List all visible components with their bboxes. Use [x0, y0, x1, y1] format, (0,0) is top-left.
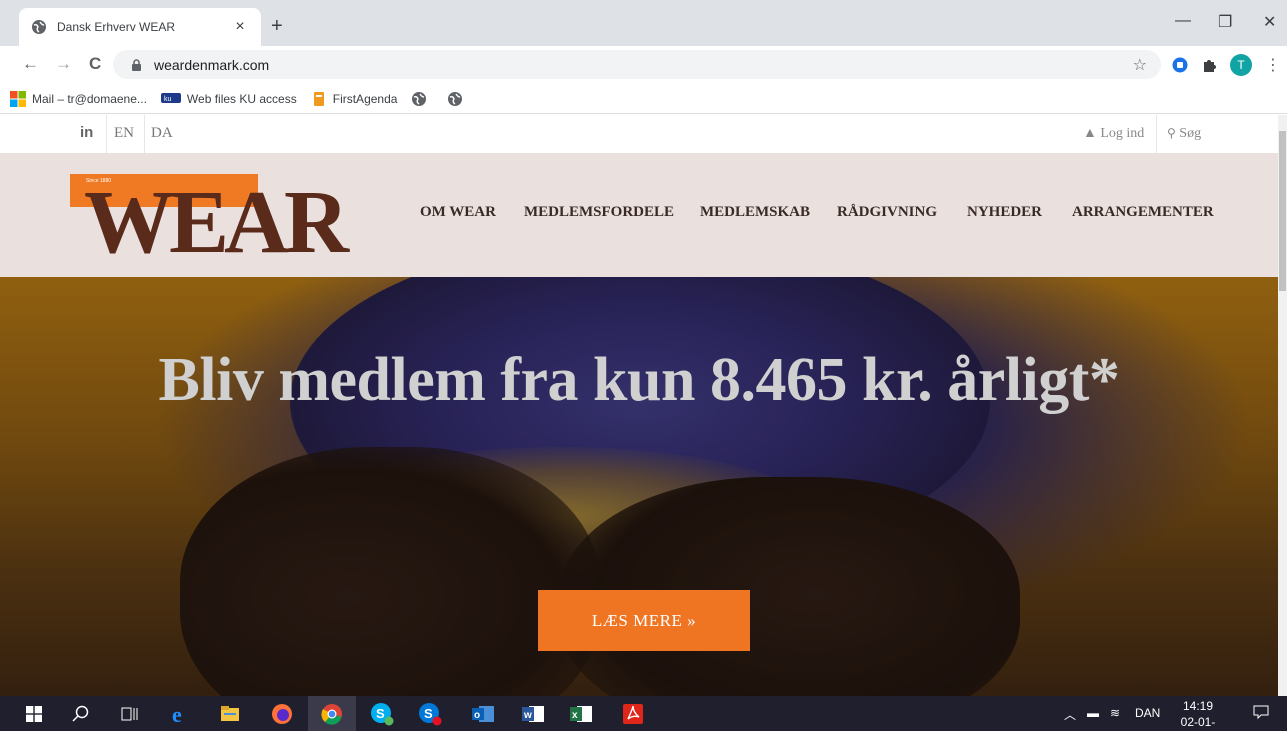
restore-button[interactable]: ❐	[1218, 12, 1232, 32]
language-indicator[interactable]: DAN	[1135, 706, 1160, 720]
svg-text:w: w	[523, 710, 532, 721]
tab-close-icon[interactable]: ×	[231, 18, 249, 36]
lang-en-link[interactable]: EN	[114, 125, 134, 142]
bookmark-star-icon[interactable]: ☆	[1133, 55, 1147, 75]
clock-date: 02-01-2021	[1180, 715, 1216, 729]
login-link[interactable]: ▲ Log ind	[1083, 126, 1144, 142]
nav-item-arrangementer[interactable]: ARRANGEMENTER	[1072, 204, 1214, 221]
search-icon[interactable]	[69, 702, 93, 726]
close-window-button[interactable]: ✕	[1263, 12, 1276, 32]
search-link[interactable]: ⚲ Søg	[1167, 126, 1201, 142]
browser-toolbar: ← → C weardenmark.com ☆ T ⋮	[0, 46, 1287, 84]
forward-button[interactable]: →	[55, 54, 72, 74]
outlook-icon[interactable]: o	[471, 702, 495, 726]
word-icon[interactable]: w	[521, 702, 545, 726]
svg-text:ku: ku	[164, 96, 172, 103]
page-scrollbar[interactable]	[1278, 115, 1287, 696]
windows-logo-icon	[10, 90, 26, 107]
clock[interactable]: 14:19 02-01-2021	[1172, 698, 1224, 731]
chrome-taskbar-icon[interactable]	[308, 696, 356, 731]
bookmark-label: Web files KU access	[186, 91, 297, 106]
svg-text:S: S	[424, 706, 433, 721]
svg-text:S: S	[376, 706, 385, 721]
nav-item-medlemskab[interactable]: MEDLEMSKAB	[700, 204, 810, 221]
bookmark-orange-icon	[311, 91, 327, 107]
scrollbar-thumb[interactable]	[1279, 131, 1286, 291]
bookmark-globe-1[interactable]	[411, 91, 433, 107]
lang-da-link[interactable]: DA	[151, 125, 173, 142]
svg-text:x: x	[572, 710, 578, 721]
firefox-icon[interactable]	[270, 702, 294, 726]
wear-logo[interactable]: Since 1880 WEAR	[70, 173, 349, 269]
bookmark-mail[interactable]: Mail – tr@domaene...	[10, 90, 147, 107]
clock-time: 14:19	[1182, 699, 1214, 713]
divider	[1156, 115, 1157, 153]
web-page: in EN DA ▲ Log ind ⚲ Søg Since 1880 WEAR…	[0, 115, 1278, 696]
divider	[144, 115, 145, 153]
site-header: Since 1880 WEAR OM WEAR MEDLEMSFORDELE M…	[0, 153, 1278, 277]
bookmark-label: Mail – tr@domaene...	[32, 91, 147, 106]
search-icon: ⚲	[1167, 126, 1176, 140]
excel-icon[interactable]: x	[569, 702, 593, 726]
divider	[106, 115, 107, 153]
ku-icon: ku	[160, 91, 181, 107]
profile-avatar[interactable]: T	[1230, 54, 1252, 76]
globe-icon	[411, 91, 427, 107]
tab-title: Dansk Erhverv WEAR	[57, 20, 176, 34]
battery-icon[interactable]: ▬	[1087, 706, 1099, 720]
nav-item-medlemsfordele[interactable]: MEDLEMSFORDELE	[524, 204, 674, 221]
chrome-menu-icon[interactable]: ⋮	[1263, 55, 1283, 75]
back-button[interactable]: ←	[22, 54, 39, 74]
globe-icon	[447, 91, 463, 107]
bookmark-label: FirstAgenda	[332, 91, 398, 106]
minimize-button[interactable]: —	[1175, 12, 1191, 30]
nav-item-raadgivning[interactable]: RÅDGIVNING	[837, 204, 937, 221]
address-bar[interactable]: weardenmark.com ☆	[113, 50, 1161, 79]
user-icon: ▲	[1083, 126, 1097, 141]
task-view-icon[interactable]	[118, 702, 142, 726]
notifications-icon[interactable]	[1253, 704, 1269, 723]
file-explorer-icon[interactable]	[218, 702, 242, 726]
acrobat-icon[interactable]	[621, 702, 645, 726]
read-more-button[interactable]: LÆS MERE »	[538, 590, 750, 651]
linkedin-icon[interactable]: in	[80, 124, 93, 141]
bookmark-globe-2[interactable]	[447, 91, 469, 107]
skype-business-icon[interactable]: S	[418, 702, 442, 726]
start-button[interactable]	[22, 702, 46, 726]
edge-icon[interactable]: e	[170, 702, 194, 726]
bookmark-ku[interactable]: ku Web files KU access	[160, 91, 297, 107]
show-hidden-icons[interactable]: ︿	[1064, 706, 1076, 723]
extensions-puzzle-icon[interactable]	[1199, 55, 1219, 75]
svg-text:e: e	[172, 703, 182, 725]
logo-wordmark: WEAR	[84, 173, 349, 272]
windows-taskbar: e S S o w x ︿ ▬ ≋ DAN 14:19 02-01-2021	[0, 696, 1287, 731]
wifi-icon[interactable]: ≋	[1110, 706, 1120, 720]
site-topbar: in EN DA ▲ Log ind ⚲ Søg	[0, 115, 1278, 153]
lock-icon	[131, 58, 142, 71]
new-tab-button[interactable]: +	[271, 16, 283, 36]
login-label: Log ind	[1100, 126, 1145, 141]
tab-strip: Dansk Erhverv WEAR × + — ❐ ✕	[0, 0, 1287, 46]
bookmark-firstagenda[interactable]: FirstAgenda	[311, 91, 398, 107]
hero-banner: Bliv medlem fra kun 8.465 kr. årligt* LÆ…	[0, 277, 1278, 696]
skype-icon[interactable]: S	[370, 702, 394, 726]
search-label: Søg	[1179, 126, 1202, 141]
browser-tab[interactable]: Dansk Erhverv WEAR ×	[19, 8, 261, 46]
hero-headline: Bliv medlem fra kun 8.465 kr. årligt*	[158, 346, 1120, 414]
bookmarks-bar: Mail – tr@domaene... ku Web files KU acc…	[0, 84, 1287, 114]
svg-text:o: o	[474, 710, 480, 721]
extension-blue-icon[interactable]	[1170, 55, 1190, 75]
globe-icon	[31, 19, 47, 35]
nav-item-nyheder[interactable]: NYHEDER	[967, 204, 1042, 221]
reload-button[interactable]: C	[89, 54, 101, 74]
url-text: weardenmark.com	[154, 56, 270, 73]
nav-item-om-wear[interactable]: OM WEAR	[420, 204, 496, 221]
